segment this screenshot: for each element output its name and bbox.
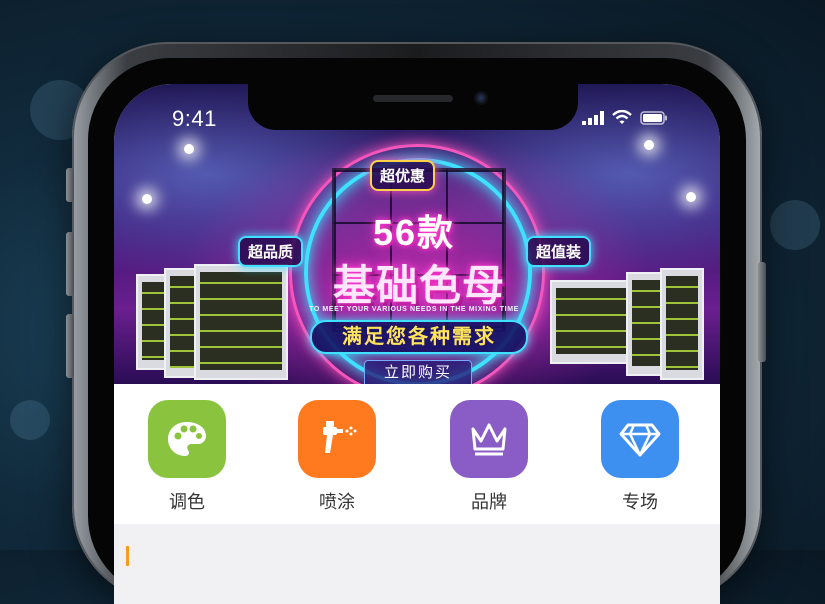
banner-slogan: 满足您各种需求 xyxy=(310,320,528,354)
menu-label: 调色 xyxy=(169,492,205,512)
tag-super-quality: 超品质 xyxy=(238,236,304,267)
mute-switch xyxy=(66,168,74,202)
menu-item-special[interactable]: 专场 xyxy=(600,400,680,514)
menu-item-spray[interactable]: 喷涂 xyxy=(297,400,377,514)
front-camera xyxy=(474,91,488,105)
section-accent-bar xyxy=(126,546,129,566)
earpiece-speaker xyxy=(373,95,453,102)
status-time: 9:41 xyxy=(172,106,217,131)
paint-rack xyxy=(194,264,288,380)
stage-light xyxy=(686,192,696,202)
volume-up-button xyxy=(66,232,74,296)
signal-icon xyxy=(582,111,604,125)
banner-headline: 基础色母 xyxy=(332,262,505,309)
banner-subtitle: TO MEET YOUR VARIOUS NEEDS IN THE MIXING… xyxy=(309,306,519,313)
stage-light xyxy=(184,144,194,154)
stage-light xyxy=(142,194,152,204)
background-speck xyxy=(10,400,50,440)
menu-item-brand[interactable]: 品牌 xyxy=(449,400,529,514)
spray-gun-icon xyxy=(298,400,376,478)
palette-icon xyxy=(148,400,226,478)
menu-item-color-mix[interactable]: 调色 xyxy=(147,400,227,514)
phone-screen: 超优惠 超品质 超值装 56款 基础色母 TO MEET YOUR VARIOU… xyxy=(114,84,720,604)
tag-super-discount: 超优惠 xyxy=(370,160,436,191)
stage-light xyxy=(644,140,654,150)
menu-label: 喷涂 xyxy=(319,492,355,512)
status-icons xyxy=(582,110,668,125)
banner-count: 56款 xyxy=(372,212,456,253)
paint-rack xyxy=(660,268,704,380)
battery-icon xyxy=(640,111,667,125)
menu-label: 品牌 xyxy=(471,492,507,512)
category-menu: 调色 喷涂 品牌 专场 xyxy=(114,384,720,524)
diamond-icon xyxy=(601,400,679,478)
background-speck xyxy=(770,200,820,250)
tag-super-value: 超值装 xyxy=(526,236,592,267)
menu-label: 专场 xyxy=(622,492,658,512)
crown-icon xyxy=(450,400,528,478)
power-button xyxy=(758,262,766,362)
section-header xyxy=(114,524,720,604)
wifi-icon xyxy=(612,110,632,124)
buy-now-button[interactable]: 立即购买 xyxy=(364,360,472,386)
phone-notch xyxy=(248,84,578,130)
volume-down-button xyxy=(66,314,74,378)
